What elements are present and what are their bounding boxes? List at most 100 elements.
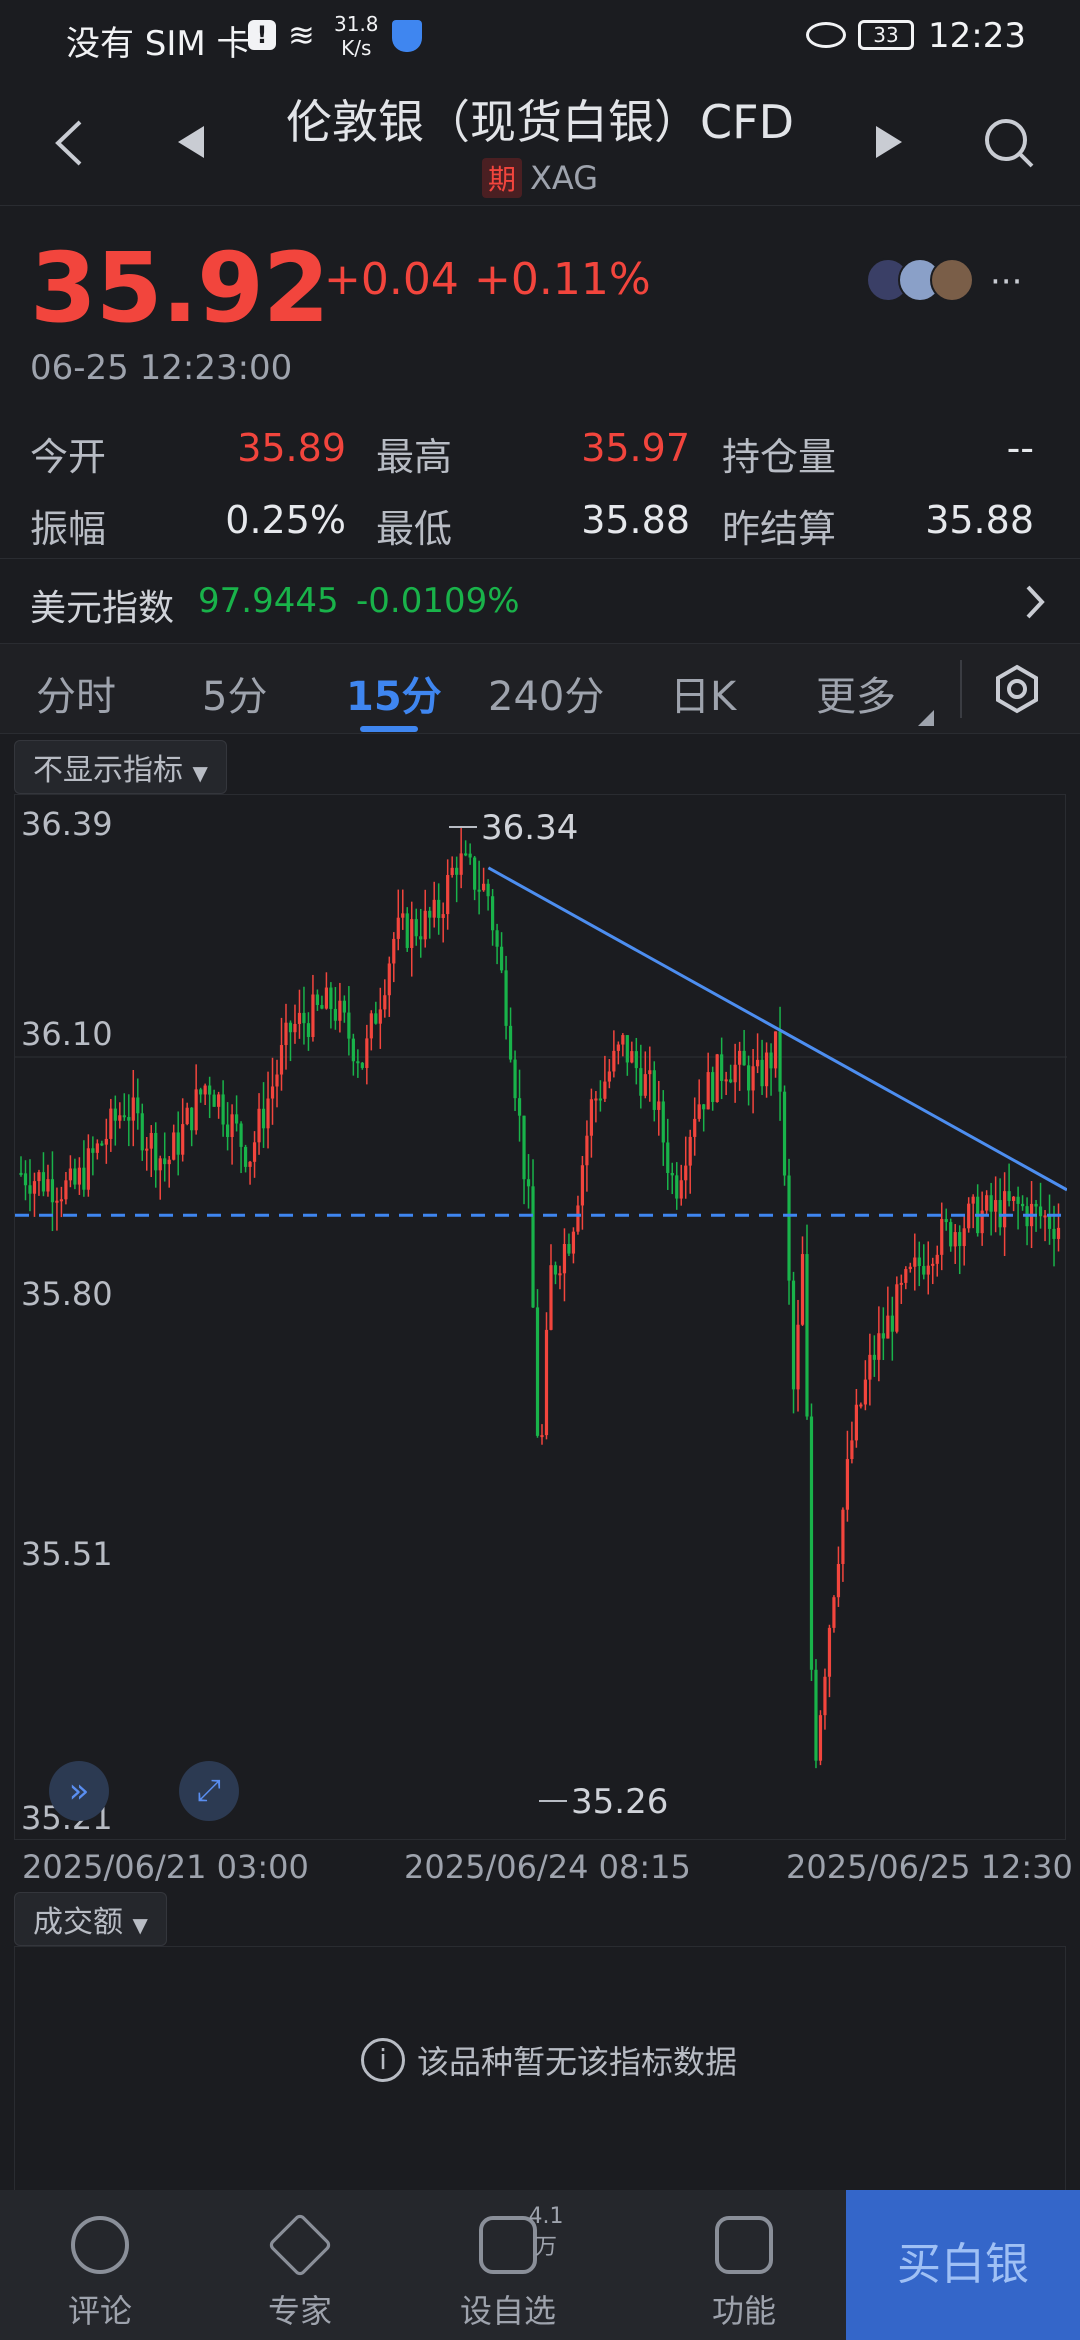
candle-body	[230, 1114, 234, 1138]
battery-indicator: 33	[858, 20, 914, 50]
tab-timeshare[interactable]: 分时	[36, 664, 116, 722]
candle-body	[585, 1135, 589, 1166]
comment-icon	[71, 2216, 129, 2274]
candle-body	[423, 910, 427, 940]
usd-index-change: -0.0109%	[356, 581, 520, 621]
candle-body	[28, 1185, 32, 1194]
volume-indicator-selector[interactable]: 成交额 ▼	[14, 1892, 167, 1946]
expert-button[interactable]: 专家	[240, 2190, 360, 2340]
candle-body	[450, 867, 454, 876]
stat-open-label: 今开	[30, 435, 107, 479]
candle-body	[742, 1050, 746, 1066]
candle-body	[275, 1074, 279, 1087]
indicator-selector[interactable]: 不显示指标 ▼	[14, 740, 227, 794]
candle-body	[778, 1031, 782, 1092]
gear-icon[interactable]	[992, 664, 1042, 714]
last-price: 35.92	[30, 232, 330, 344]
candle-body	[504, 970, 508, 1026]
no-data-message: i 该品种暂无该指标数据	[361, 2037, 737, 2083]
candle-body	[486, 883, 490, 897]
y-tick-label: 36.39	[21, 805, 113, 843]
candle-body	[257, 1108, 261, 1143]
candle-body	[279, 1045, 284, 1075]
add-watchlist-button[interactable]: 设自选 4.1万	[448, 2190, 568, 2340]
candle-body	[1052, 1228, 1056, 1239]
candle-body	[113, 1108, 117, 1121]
candle-body	[208, 1085, 212, 1095]
bottom-nav: 评论 专家 设自选 4.1万 功能 买白银	[0, 2190, 1080, 2340]
x-tick-label: 2025/06/24 08:15	[404, 1848, 691, 1886]
candle-body	[131, 1097, 135, 1121]
expand-chart-button[interactable]: ⤢	[179, 1761, 239, 1821]
candle-body	[284, 1022, 288, 1046]
tab-15min[interactable]: 15分	[346, 664, 442, 722]
candle-body	[782, 1091, 787, 1176]
candle-body	[580, 1165, 585, 1206]
candle-body	[1020, 1203, 1025, 1207]
clock: 12:23	[928, 16, 1026, 56]
candle-body	[226, 1124, 230, 1138]
candle-body	[657, 1101, 661, 1110]
stat-high-label: 最高	[376, 435, 453, 479]
avatar[interactable]	[930, 258, 974, 302]
comment-button[interactable]: 评论	[40, 2190, 160, 2340]
candle-body	[32, 1181, 37, 1194]
tab-240min[interactable]: 240分	[488, 664, 604, 722]
candle-body	[455, 867, 459, 875]
candle-body	[477, 889, 481, 892]
tab-more[interactable]: 更多	[816, 664, 896, 722]
wifi-icon: ≋	[288, 16, 315, 54]
candle-body	[239, 1123, 243, 1147]
candle-body	[949, 1222, 953, 1247]
candle-body	[598, 1098, 602, 1101]
candle-body	[490, 896, 495, 931]
function-button[interactable]: 功能	[684, 2190, 804, 2340]
usd-index-row[interactable]: 美元指数 97.9445 -0.0109%	[0, 558, 1080, 644]
stat-amp-value: 0.25%	[225, 498, 346, 542]
candle-body	[446, 875, 450, 915]
search-icon[interactable]	[982, 116, 1036, 170]
more-icon[interactable]: ···	[990, 262, 1022, 302]
caret-down-icon: ▼	[132, 1913, 148, 1937]
candle-body	[55, 1200, 59, 1203]
candle-body	[567, 1243, 571, 1254]
kline-chart[interactable]: 36.39 36.10 35.80 35.51 35.21 36.34 35.2…	[14, 794, 1068, 1840]
candle-body	[935, 1254, 939, 1264]
stat-oi-label: 持仓量	[722, 435, 837, 479]
scroll-latest-button[interactable]: »	[49, 1761, 109, 1821]
candle-body	[553, 1265, 558, 1275]
candle-body	[419, 936, 423, 940]
indicator-selector-label: 不显示指标	[33, 753, 183, 788]
candle-body	[845, 1459, 850, 1510]
candle-body	[248, 1161, 252, 1167]
candle-body	[922, 1266, 926, 1275]
candle-body	[576, 1205, 580, 1232]
candle-body	[616, 1044, 620, 1051]
candle-body	[702, 1104, 706, 1110]
tab-daily[interactable]: 日K	[670, 664, 736, 722]
candle-body	[320, 1005, 324, 1009]
eye-icon	[806, 22, 846, 48]
usd-index-label: 美元指数	[30, 588, 175, 629]
candles-group	[19, 825, 1061, 1769]
candle-body	[738, 1050, 742, 1065]
candle-body	[697, 1104, 701, 1119]
candle-body	[715, 1054, 719, 1103]
next-instrument-icon[interactable]	[874, 124, 904, 160]
candle-body	[571, 1231, 576, 1254]
stat-low-value: 35.88	[581, 498, 690, 542]
candle-body	[252, 1142, 257, 1162]
candle-body	[46, 1179, 50, 1192]
candle-body	[77, 1167, 81, 1185]
net-speed: 31.8 K/s	[334, 12, 379, 60]
candle-body	[266, 1098, 270, 1129]
chevron-right-icon	[1026, 585, 1045, 619]
candle-body	[154, 1132, 158, 1171]
tab-5min[interactable]: 5分	[202, 664, 267, 722]
candle-body	[288, 1022, 293, 1033]
candle-body	[190, 1107, 194, 1131]
buy-silver-button[interactable]: 买白银	[846, 2190, 1080, 2340]
candle-body	[508, 1025, 513, 1060]
candle-body	[517, 1098, 522, 1116]
watchlist-count: 4.1万	[528, 2204, 564, 2260]
